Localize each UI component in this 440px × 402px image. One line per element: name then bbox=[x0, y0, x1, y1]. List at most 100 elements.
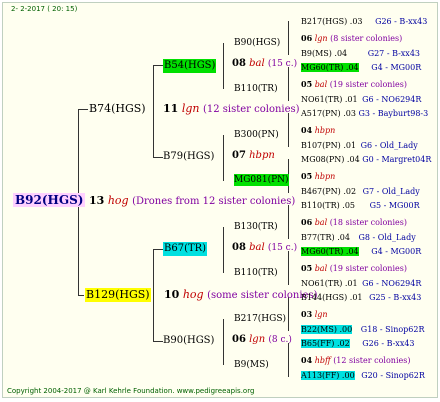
sd-connector bbox=[223, 135, 224, 181]
pedigree-text: bal bbox=[314, 264, 328, 273]
ds-queen[interactable]: B67(TR) bbox=[163, 242, 208, 256]
dd-note: (8 c.) bbox=[268, 335, 292, 345]
pedigree-text: G6 - NO6294R bbox=[362, 279, 422, 288]
g4-1-mid: 05 bal (19 sister colonies) bbox=[301, 78, 407, 91]
g3-queen-5[interactable]: B110(TR) bbox=[234, 267, 278, 279]
g4-7-top[interactable]: B65(FF) .02 G26 - B-xx43 bbox=[301, 338, 415, 350]
g4-6-bot[interactable]: B22(MS) .00 G18 - Sinop62R bbox=[301, 324, 425, 336]
root-num: 13 bbox=[89, 194, 105, 207]
pedigree-text: G6 - NO6294R bbox=[362, 95, 422, 104]
sire-info: 11 lgn (12 sister colonies) bbox=[163, 103, 300, 116]
pedigree-text: 05 bbox=[301, 263, 313, 273]
sire-queen[interactable]: B74(HGS) bbox=[89, 103, 146, 115]
pedigree-text: MG60(TR) .04 bbox=[301, 63, 359, 72]
pedigree-text: A113(FF) .00 bbox=[301, 371, 355, 380]
root-info: 13 hog (Drones from 12 sister colonies) bbox=[89, 195, 295, 208]
g4-5-bot[interactable]: NO61(TR) .01 G6 - NO6294R bbox=[301, 278, 421, 290]
g4-0-top[interactable]: B217(HGS) .03 G26 - B-xx43 bbox=[301, 16, 427, 28]
pedigree-text: B77(TR) .04 bbox=[301, 233, 350, 242]
g3-queen-6[interactable]: B217(HGS) bbox=[234, 313, 286, 325]
dd-num: 06 bbox=[232, 334, 246, 345]
root-breed: hog bbox=[107, 194, 129, 207]
pedigree-text: G6 - Old_Lady bbox=[360, 141, 418, 150]
pedigree-text: G4 - MG00R bbox=[371, 63, 422, 72]
ds-num: 08 bbox=[232, 242, 246, 253]
g4-4-bot[interactable]: B77(TR) .04 G8 - Old_Lady bbox=[301, 232, 416, 244]
pedigree-text: G25 - B-xx43 bbox=[369, 293, 422, 302]
sire-note: (12 sister colonies) bbox=[202, 104, 300, 115]
g4-5-top[interactable]: MG60(TR) .04 G4 - MG00R bbox=[301, 246, 421, 258]
g4-4-mid: 06 bal (18 sister colonies) bbox=[301, 216, 407, 229]
g4-connector-4 bbox=[288, 205, 289, 239]
dd-info: 06 lgn (8 c.) bbox=[232, 334, 292, 346]
pedigree-text: B9(MS) .04 bbox=[301, 49, 348, 58]
pedigree-chart: 2- 2-2017 ( 20: 15) B92(HGS) 13 hog (Dro… bbox=[2, 2, 438, 398]
pedigree-text: (18 sister colonies) bbox=[329, 218, 407, 227]
pedigree-text: 06 bbox=[301, 33, 313, 43]
pedigree-text: hbpn bbox=[314, 126, 336, 135]
dam-info: 10 hog (some sister colonies) bbox=[164, 289, 317, 302]
g4-1-top[interactable]: MG60(TR) .04 G4 - MG00R bbox=[301, 62, 421, 74]
g3-queen-4[interactable]: B130(TR) bbox=[234, 221, 278, 233]
g3-queen-2[interactable]: B300(PN) bbox=[234, 129, 279, 141]
g4-3-mid: 05 hbpn bbox=[301, 170, 335, 183]
pedigree-text: B467(PN) .02 bbox=[301, 187, 357, 196]
g3-queen-1[interactable]: B110(TR) bbox=[234, 83, 278, 95]
pedigree-text: A517(PN) .03 bbox=[301, 109, 356, 118]
root-note: (Drones from 12 sister colonies) bbox=[132, 196, 296, 207]
ss-branch-line bbox=[153, 65, 163, 66]
print-date: 2- 2-2017 ( 20: 15) bbox=[11, 5, 78, 13]
g3-queen-0[interactable]: B90(HGS) bbox=[234, 37, 280, 49]
pedigree-text: MG08(PN) .04 bbox=[301, 155, 360, 164]
root-queen[interactable]: B92(HGS) bbox=[13, 193, 86, 207]
sire-connector bbox=[153, 65, 154, 157]
dd-queen[interactable]: B90(HGS) bbox=[163, 335, 214, 347]
g4-2-top[interactable]: A517(PN) .03 G3 - Bayburt98-3 bbox=[301, 108, 428, 120]
g4-1-bot[interactable]: NO61(TR) .01 G6 - NO6294R bbox=[301, 94, 421, 106]
g4-4-top[interactable]: B110(TR) .05 G5 - MG00R bbox=[301, 200, 420, 212]
pedigree-text: NO61(TR) .01 bbox=[301, 95, 358, 104]
pedigree-text: MG60(TR) .04 bbox=[301, 247, 359, 256]
g4-connector-1 bbox=[288, 67, 289, 101]
ds-note: (15 c.) bbox=[267, 243, 298, 253]
g4-connector-2 bbox=[288, 113, 289, 147]
g4-2-mid: 04 hbpn bbox=[301, 124, 335, 137]
ds-connector bbox=[223, 227, 224, 273]
g3-queen-3[interactable]: MG081(PN) bbox=[234, 174, 289, 186]
dd-connector bbox=[223, 319, 224, 365]
ss-queen[interactable]: B54(HGS) bbox=[163, 59, 217, 73]
g4-0-bot[interactable]: B9(MS) .04 G27 - B-xx43 bbox=[301, 48, 420, 60]
pedigree-text: B110(TR) .05 bbox=[301, 201, 356, 210]
pedigree-text: 04 bbox=[301, 125, 313, 135]
g3-queen-7[interactable]: B9(MS) bbox=[234, 359, 269, 371]
pedigree-text: G8 - Old_Lady bbox=[358, 233, 416, 242]
pedigree-text: 05 bbox=[301, 79, 313, 89]
dam-num: 10 bbox=[164, 288, 180, 301]
g4-0-mid: 06 lgn (8 sister colonies) bbox=[301, 32, 402, 45]
pedigree-text: (12 sister colonies) bbox=[333, 356, 411, 365]
sire-branch-line bbox=[78, 109, 88, 110]
sire-num: 11 bbox=[163, 102, 179, 115]
g4-7-bot[interactable]: A113(FF) .00 G20 - Sinop62R bbox=[301, 370, 425, 382]
pedigree-text: B107(PN) .01 bbox=[301, 141, 357, 150]
pedigree-text: G3 - Bayburt98-3 bbox=[358, 109, 429, 118]
pedigree-text: bal bbox=[314, 218, 328, 227]
g4-3-top[interactable]: MG08(PN) .04 G0 - Margret04R bbox=[301, 154, 431, 166]
g4-2-bot[interactable]: B107(PN) .01 G6 - Old_Lady bbox=[301, 140, 418, 152]
sd-branch-line bbox=[153, 157, 163, 158]
pedigree-text: G5 - MG00R bbox=[369, 201, 420, 210]
ss-connector bbox=[223, 43, 224, 89]
g4-3-bot[interactable]: B467(PN) .02 G7 - Old_Lady bbox=[301, 186, 420, 198]
sd-queen[interactable]: B79(HGS) bbox=[163, 151, 214, 163]
pedigree-text: G7 - Old_Lady bbox=[362, 187, 420, 196]
pedigree-text: G18 - Sinop62R bbox=[360, 325, 425, 334]
g4-5-mid: 05 bal (19 sister colonies) bbox=[301, 262, 407, 275]
ds-branch-line bbox=[153, 249, 163, 250]
pedigree-text: 04 bbox=[301, 355, 313, 365]
dam-queen[interactable]: B129(HGS) bbox=[85, 288, 151, 302]
ss-breed: bal bbox=[249, 58, 265, 69]
g4-6-top[interactable]: B144(HGS) .01 G25 - B-xx43 bbox=[301, 292, 421, 304]
pedigree-text: G27 - B-xx43 bbox=[367, 49, 420, 58]
dd-branch-line bbox=[153, 341, 163, 342]
pedigree-text: B144(HGS) .01 bbox=[301, 293, 363, 302]
